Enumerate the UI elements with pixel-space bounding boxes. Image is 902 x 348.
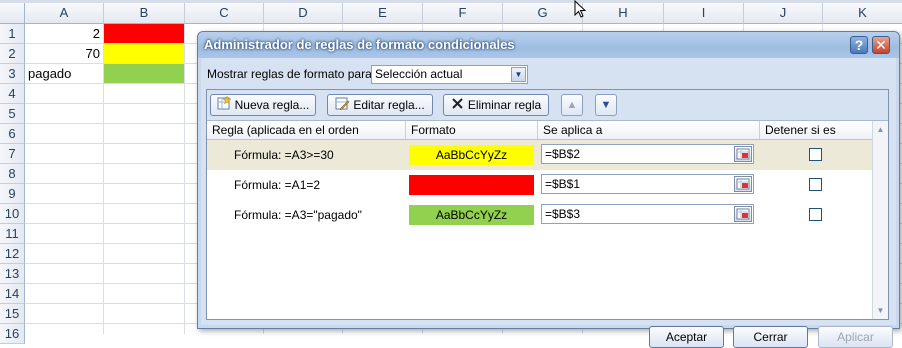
column-header-d[interactable]: D <box>264 3 343 24</box>
format-preview: AaBbCcYyZz <box>409 145 534 165</box>
range-picker-icon[interactable] <box>734 176 752 192</box>
rule-formula: Fórmula: =A3="pagado" <box>234 208 362 222</box>
applies-to-value: =$B$3 <box>545 207 581 221</box>
new-rule-label: Nueva regla... <box>234 98 310 112</box>
arrow-down-icon[interactable]: ▼ <box>595 94 617 116</box>
row-header-6[interactable]: 6 <box>0 124 25 144</box>
select-all-corner[interactable] <box>0 3 25 24</box>
rule-formula: Fórmula: =A1=2 <box>234 178 321 192</box>
format-preview: AaBbCcYyZz <box>409 205 534 225</box>
delete-rule-label: Eliminar regla <box>467 98 542 112</box>
column-format[interactable]: Formato <box>406 121 538 139</box>
chevron-down-icon[interactable]: ▼ <box>511 67 526 82</box>
range-picker-icon[interactable] <box>734 146 752 162</box>
new-rule-icon <box>217 95 232 116</box>
rules-toolbar: Nueva regla... Editar regla... Eliminar … <box>207 90 888 121</box>
dialog-body: Mostrar reglas de formato para: Selecció… <box>201 58 896 348</box>
rules-table-header: Regla (aplicada en el orden mostrado) Fo… <box>207 121 875 155</box>
close-button[interactable]: Cerrar <box>733 326 808 348</box>
row-header-9[interactable]: 9 <box>0 184 25 204</box>
cell-a2[interactable]: 70 <box>25 44 103 63</box>
dialog-titlebar[interactable]: Administrador de reglas de formato condi… <box>198 32 899 58</box>
row-header-8[interactable]: 8 <box>0 164 25 184</box>
scroll-up-icon[interactable]: ▲ <box>874 123 887 136</box>
edit-rule-button[interactable]: Editar regla... <box>327 94 433 116</box>
row-header-16[interactable]: 16 <box>0 324 25 344</box>
rule-row[interactable]: Fórmula: =A1=2 =$B$1 <box>207 170 873 200</box>
arrow-up-icon[interactable]: ▲ <box>561 94 583 116</box>
new-rule-button[interactable]: Nueva regla... <box>210 94 316 116</box>
row-header-11[interactable]: 11 <box>0 224 25 244</box>
edit-rule-label: Editar regla... <box>353 98 425 112</box>
cell-b1[interactable] <box>104 24 184 43</box>
stop-if-true-checkbox[interactable] <box>809 178 822 191</box>
row-header-2[interactable]: 2 <box>0 44 25 64</box>
cell-b3[interactable] <box>104 64 184 83</box>
column-header-e[interactable]: E <box>343 3 423 24</box>
row-header-13[interactable]: 13 <box>0 264 25 284</box>
applies-to-input[interactable]: =$B$2 <box>541 144 754 164</box>
rule-row[interactable]: Fórmula: =A3="pagado" AaBbCcYyZz =$B$3 <box>207 200 873 230</box>
row-header-5[interactable]: 5 <box>0 104 25 124</box>
column-header-h[interactable]: H <box>583 3 664 24</box>
range-picker-icon[interactable] <box>734 206 752 222</box>
apply-button[interactable]: Aplicar <box>818 326 893 348</box>
column-header-i[interactable]: I <box>664 3 744 24</box>
row-header-7[interactable]: 7 <box>0 144 25 164</box>
row-header-10[interactable]: 10 <box>0 204 25 224</box>
column-header-c[interactable]: C <box>185 3 264 24</box>
delete-icon <box>451 96 464 116</box>
column-header-f[interactable]: F <box>423 3 503 24</box>
stop-if-true-checkbox[interactable] <box>809 208 822 221</box>
cell-a3[interactable]: pagado <box>25 64 103 83</box>
rules-panel: Nueva regla... Editar regla... Eliminar … <box>206 89 889 320</box>
gridline <box>184 24 185 334</box>
show-rules-value: Selección actual <box>375 67 463 81</box>
conditional-format-rules-dialog: Administrador de reglas de formato condi… <box>197 31 900 348</box>
applies-to-value: =$B$2 <box>545 147 581 161</box>
ok-button[interactable]: Aceptar <box>649 326 724 348</box>
format-preview <box>409 175 534 195</box>
vertical-scrollbar[interactable]: ▲ ▼ <box>872 121 888 319</box>
applies-to-input[interactable]: =$B$1 <box>541 174 754 194</box>
row-header-12[interactable]: 12 <box>0 244 25 264</box>
show-rules-label: Mostrar reglas de formato para: <box>207 67 376 81</box>
column-header-a[interactable]: A <box>25 3 104 24</box>
rule-formula: Fórmula: =A3>=30 <box>234 148 334 162</box>
column-applies-to[interactable]: Se aplica a <box>538 121 760 139</box>
row-header-15[interactable]: 15 <box>0 304 25 324</box>
row-header-4[interactable]: 4 <box>0 84 25 104</box>
stop-if-true-checkbox[interactable] <box>809 148 822 161</box>
cell-b2[interactable] <box>104 44 184 63</box>
row-header-1[interactable]: 1 <box>0 24 25 44</box>
column-header-g[interactable]: G <box>503 3 583 24</box>
column-header-j[interactable]: J <box>744 3 823 24</box>
rule-row[interactable]: Fórmula: =A3>=30 AaBbCcYyZz =$B$2 <box>207 140 873 170</box>
column-rule[interactable]: Regla (aplicada en el orden mostrado) <box>207 121 406 155</box>
cell-a1[interactable]: 2 <box>25 24 103 43</box>
row-header-3[interactable]: 3 <box>0 64 25 84</box>
mouse-cursor-icon <box>574 0 587 18</box>
applies-to-value: =$B$1 <box>545 177 581 191</box>
show-rules-dropdown[interactable]: Selección actual ▼ <box>371 65 528 84</box>
dialog-title: Administrador de reglas de formato condi… <box>204 37 515 52</box>
applies-to-input[interactable]: =$B$3 <box>541 204 754 224</box>
scroll-down-icon[interactable]: ▼ <box>874 304 887 317</box>
close-icon[interactable]: ✕ <box>872 36 890 54</box>
help-button[interactable]: ? <box>850 36 868 54</box>
row-header-14[interactable]: 14 <box>0 284 25 304</box>
column-stop-if-true[interactable]: Detener si es verdad <box>760 121 875 155</box>
column-header-k[interactable]: K <box>823 3 902 24</box>
column-header-b[interactable]: B <box>104 3 185 24</box>
edit-rule-icon <box>335 96 350 116</box>
delete-rule-button[interactable]: Eliminar regla <box>443 94 549 116</box>
